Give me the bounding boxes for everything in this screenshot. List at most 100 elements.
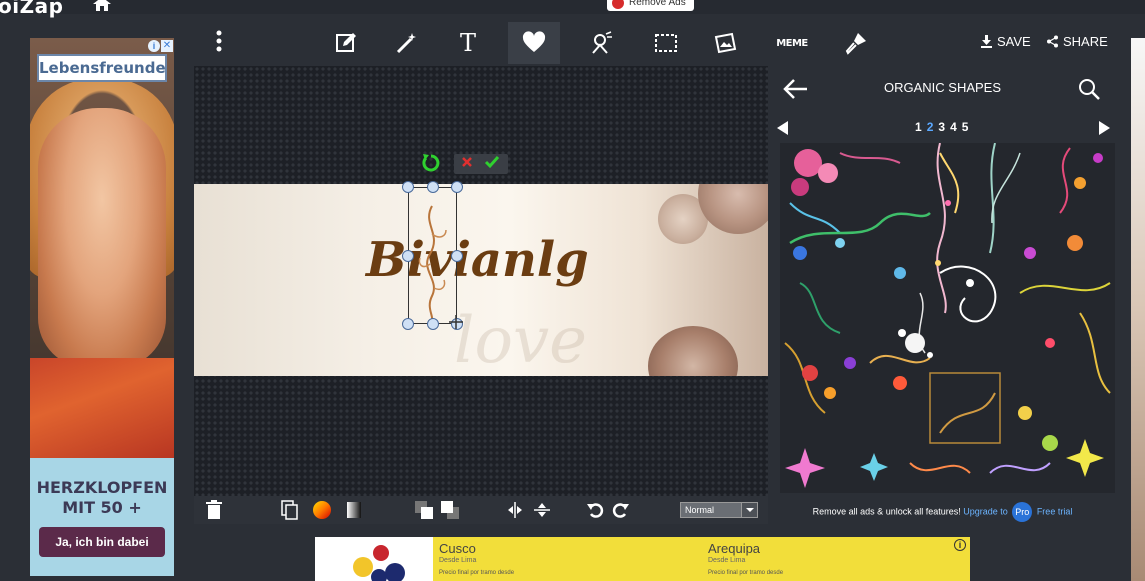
opacity-icon[interactable]: [344, 500, 364, 520]
share-icon: [1047, 35, 1058, 48]
ad-city: Cusco: [439, 541, 476, 556]
ad-cta-button[interactable]: Ja, ich bin dabei: [39, 527, 165, 557]
resize-handle[interactable]: [427, 181, 439, 193]
remove-ads-icon: [612, 0, 624, 9]
main-toolbar: T MEME: [194, 22, 1114, 64]
undo-icon[interactable]: [586, 500, 606, 520]
resize-handle[interactable]: [402, 181, 414, 193]
airline-logo-icon: [353, 545, 405, 581]
ad-photo-face: [38, 108, 166, 368]
free-trial-link[interactable]: Free trial: [1037, 506, 1073, 516]
ad-info-icon[interactable]: i: [148, 40, 160, 52]
save-label: SAVE: [997, 34, 1031, 49]
sticker-plant-teal[interactable]: [989, 143, 1103, 254]
ad-offer-cusco[interactable]: Cusco Desde Lima Precio final por tramo …: [439, 541, 514, 576]
resize-handle[interactable]: [451, 250, 463, 262]
tool-edit[interactable]: [320, 22, 372, 64]
blend-mode-select[interactable]: Normal: [680, 502, 758, 518]
back-arrow-icon[interactable]: [782, 78, 808, 100]
resize-handle[interactable]: [402, 318, 414, 330]
ad-headline-line1: HERZKLOPFEN: [36, 478, 168, 497]
flip-horizontal-icon[interactable]: [505, 500, 525, 520]
promo-text: Remove all ads & unlock all features!: [812, 506, 961, 517]
organic-shapes-grid[interactable]: [780, 143, 1115, 493]
ad-price-note: Precio final por tramo desde: [439, 570, 515, 576]
edit-icon: [336, 33, 356, 52]
tool-effects[interactable]: [380, 22, 432, 64]
ad-text-block: HERZKLOPFEN MIT 50 + Ja, ich bin dabei: [30, 458, 174, 576]
magic-wand-icon: [396, 33, 416, 54]
canvas-text-layer[interactable]: Bivianlg: [366, 232, 589, 288]
ad-info-icon[interactable]: i: [954, 539, 966, 551]
editor-canvas[interactable]: love Bivianlg: [194, 66, 768, 496]
move-icon[interactable]: [449, 315, 463, 329]
text-icon: T: [459, 29, 476, 57]
next-page-icon[interactable]: [1098, 121, 1110, 135]
pagination: 1 2 3 4 5: [915, 120, 968, 134]
page-link[interactable]: 5: [962, 120, 969, 134]
photo-add-icon: [714, 32, 737, 54]
confirm-icon[interactable]: [484, 155, 500, 169]
flip-vertical-icon[interactable]: [532, 500, 552, 520]
page-link[interactable]: 4: [950, 120, 957, 134]
top-bar: oiZap Remove Ads: [0, 0, 1145, 18]
save-button[interactable]: SAVE: [980, 34, 1031, 49]
canvas-photo[interactable]: love Bivianlg: [194, 184, 768, 376]
resize-handle[interactable]: [402, 250, 414, 262]
ad-logo: [315, 537, 433, 581]
sticker-swirl-white[interactable]: [918, 265, 997, 354]
blend-mode-value: Normal: [685, 505, 715, 515]
sticker-blooms-multicolor[interactable]: [1019, 235, 1111, 394]
prev-page-icon[interactable]: [777, 121, 789, 135]
tool-border[interactable]: [640, 22, 692, 64]
download-icon: [981, 35, 992, 48]
remove-ads-button[interactable]: Remove Ads: [607, 0, 694, 11]
tool-brush[interactable]: [830, 22, 882, 64]
left-ad[interactable]: Lebensfreunde i ✕ HERZKLOPFEN MIT 50 + J…: [30, 38, 174, 576]
send-backward-icon[interactable]: [440, 500, 460, 520]
ad-close-icon[interactable]: ✕: [161, 40, 173, 52]
resize-handle[interactable]: [451, 181, 463, 193]
page-link[interactable]: 1: [915, 120, 922, 134]
page-link-current[interactable]: 2: [927, 120, 934, 134]
chevron-down-icon: [741, 503, 757, 517]
ad-headline: HERZKLOPFEN MIT 50 +: [30, 478, 174, 518]
rotate-icon[interactable]: [420, 152, 442, 174]
ad-price-note: Precio final por tramo desde: [708, 570, 784, 576]
ad-origin: Desde Lima: [439, 557, 477, 564]
ad-photo: Lebensfreunde i ✕: [30, 38, 174, 458]
pro-badge[interactable]: Pro: [1012, 502, 1033, 522]
page-link[interactable]: 3: [938, 120, 945, 134]
meme-icon: MEME: [776, 37, 808, 49]
bottom-ad[interactable]: Cusco Desde Lima Precio final por tramo …: [315, 537, 970, 581]
selection-tools: [420, 152, 508, 174]
tool-text[interactable]: T: [442, 22, 494, 64]
duplicate-icon[interactable]: [280, 500, 300, 520]
remove-ads-label: Remove Ads: [629, 0, 686, 8]
delete-sticker-icon[interactable]: [460, 155, 474, 169]
logo[interactable]: oiZap: [0, 0, 63, 18]
frame-icon: [655, 34, 677, 52]
cutout-icon: [592, 31, 612, 54]
tool-photo[interactable]: [700, 22, 752, 64]
trash-icon[interactable]: [204, 500, 224, 520]
home-icon[interactable]: [93, 0, 111, 11]
sticker-leaves-gold[interactable]: [929, 372, 1058, 451]
search-icon[interactable]: [1078, 78, 1100, 100]
sticker-splash-white[interactable]: [898, 329, 933, 358]
resize-handle[interactable]: [427, 318, 439, 330]
sticker-swirl-green[interactable]: [789, 211, 931, 334]
sticker-ornament-gold[interactable]: [935, 143, 960, 314]
share-button[interactable]: SHARE: [1046, 34, 1108, 49]
ad-offer-arequipa[interactable]: Arequipa Desde Lima Precio final por tra…: [708, 541, 783, 576]
tool-cutout[interactable]: [576, 22, 628, 64]
color-icon[interactable]: [312, 500, 332, 520]
right-edge-ad[interactable]: [1131, 38, 1145, 581]
tool-stickers[interactable]: [508, 22, 560, 64]
sticker-floral-red[interactable]: [784, 342, 931, 414]
bring-forward-icon[interactable]: [414, 500, 434, 520]
ad-origin: Desde Lima: [708, 557, 746, 564]
tool-meme[interactable]: MEME: [766, 22, 818, 64]
redo-icon[interactable]: [610, 500, 630, 520]
upgrade-link[interactable]: Upgrade to: [963, 506, 1008, 516]
